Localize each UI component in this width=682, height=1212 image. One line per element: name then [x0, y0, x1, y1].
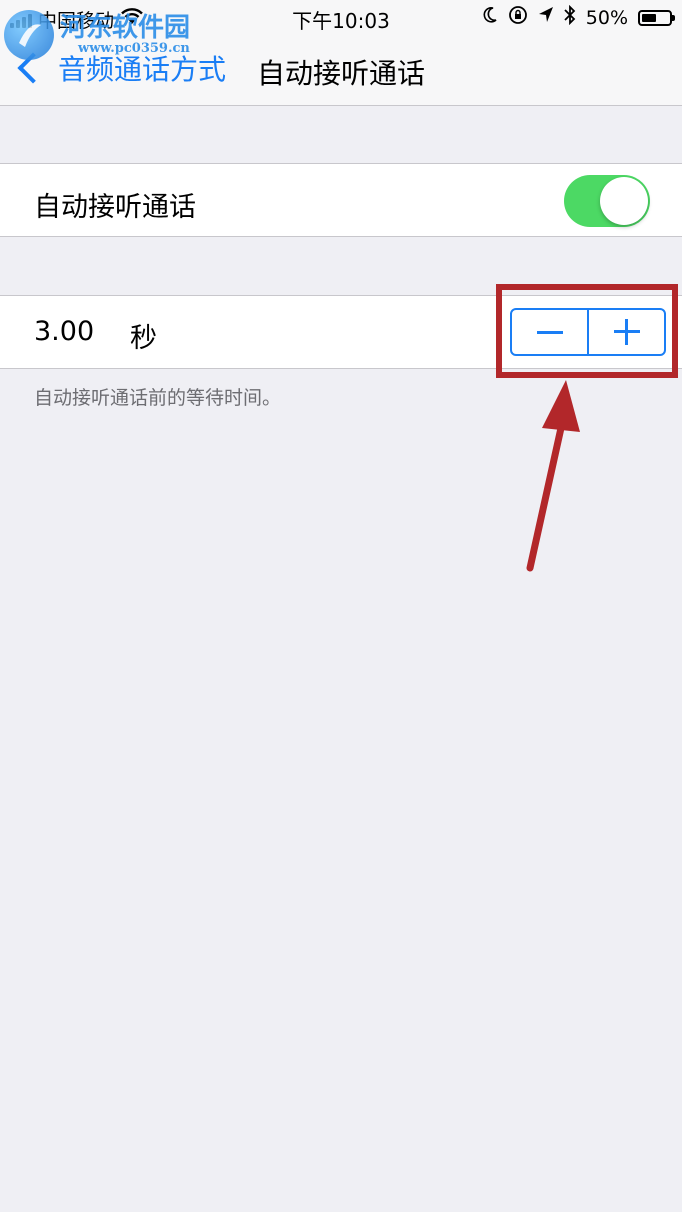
status-bar: 中国移动 下午10:03 50%	[0, 0, 682, 36]
toggle-knob	[600, 177, 648, 225]
rotation-lock-icon	[508, 5, 528, 30]
navigation-bar: 音频通话方式 自动接听通话	[0, 36, 682, 106]
bluetooth-icon	[564, 4, 576, 30]
delay-value: 3.00	[34, 316, 95, 347]
battery-icon	[638, 9, 675, 26]
plus-icon	[613, 319, 640, 345]
minus-icon	[536, 330, 563, 334]
decrement-button[interactable]	[512, 310, 587, 354]
moon-icon	[482, 6, 498, 29]
increment-button[interactable]	[587, 310, 664, 354]
delay-footer-text: 自动接听通话前的等待时间。	[34, 387, 282, 409]
auto-answer-label: 自动接听通话	[34, 192, 196, 223]
delay-unit: 秒	[130, 323, 157, 354]
battery-percent: 50%	[585, 6, 628, 29]
delay-cell: 3.00 秒	[0, 295, 682, 369]
auto-answer-toggle[interactable]	[564, 175, 650, 227]
location-icon	[538, 6, 554, 29]
auto-answer-cell: 自动接听通话	[0, 163, 682, 237]
status-right: 50%	[482, 4, 675, 30]
delay-stepper[interactable]	[510, 308, 666, 356]
page-title: 自动接听通话	[256, 57, 425, 90]
